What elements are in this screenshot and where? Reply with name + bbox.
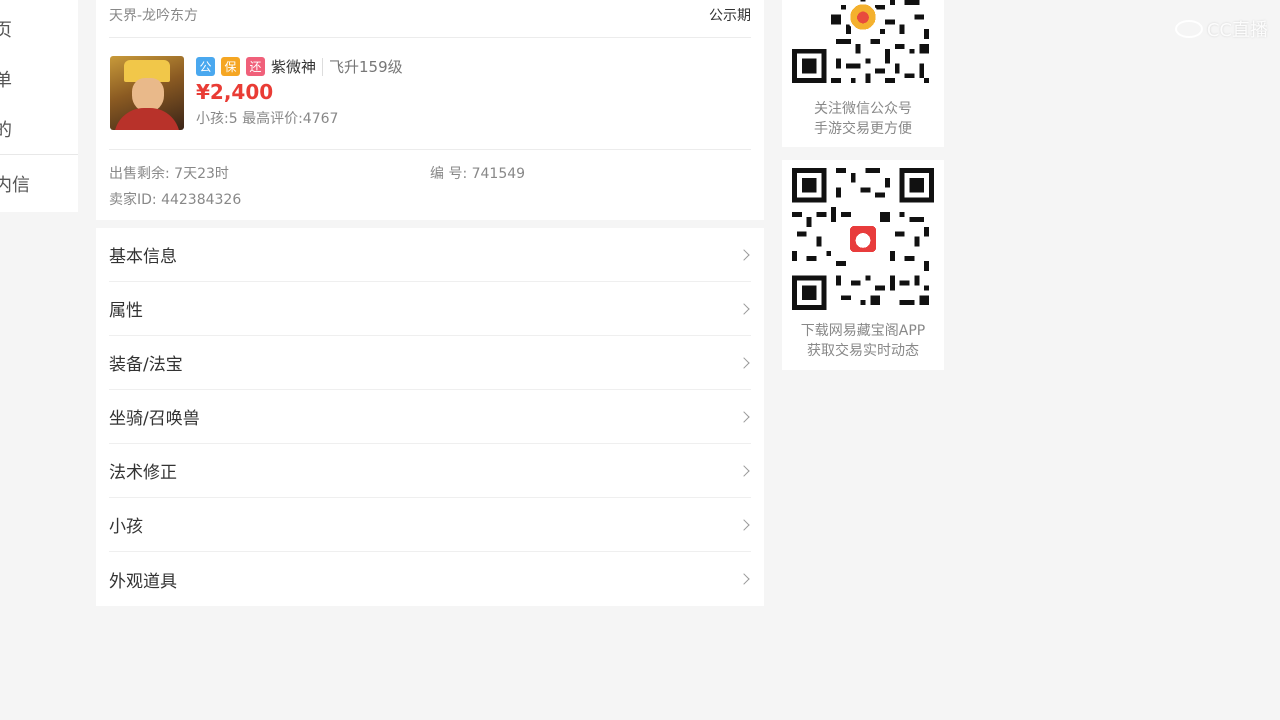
app-qr-code — [792, 168, 934, 310]
section-label: 小孩 — [109, 517, 143, 537]
detail-sections: 基本信息 属性 装备/法宝 坐骑/召唤兽 法术修正 小孩 外观道具 — [96, 228, 764, 606]
price: ¥2,400 — [196, 80, 274, 104]
character-avatar[interactable] — [110, 56, 184, 130]
section-label: 坐骑/召唤兽 — [109, 409, 200, 429]
chevron-right-icon — [738, 464, 750, 477]
section-appearance[interactable]: 外观道具 — [109, 552, 751, 606]
section-label: 属性 — [109, 301, 143, 321]
cc-logo-icon — [1174, 20, 1203, 38]
serial-number: 编 号: 741549 — [430, 166, 526, 182]
chevron-right-icon — [738, 518, 750, 531]
role-name: 紫微神 — [271, 58, 317, 76]
sidebar-item-orders[interactable]: 单 — [0, 66, 12, 92]
sidebar-divider — [0, 154, 78, 155]
wechat-qr-panel: 关注微信公众号 手游交易更方便 — [782, 0, 944, 147]
time-remaining: 出售剩余: 7天23时 — [109, 166, 229, 182]
divider — [109, 149, 751, 150]
sidebar-item-messages[interactable]: 内信 — [0, 171, 30, 197]
wechat-qr-code — [792, 0, 934, 88]
section-attributes[interactable]: 属性 — [109, 282, 751, 336]
wechat-qr-line2: 手游交易更方便 — [814, 121, 912, 137]
chevron-right-icon — [738, 248, 750, 261]
section-spell-correction[interactable]: 法术修正 — [109, 444, 751, 498]
section-children[interactable]: 小孩 — [109, 498, 751, 552]
section-basic-info[interactable]: 基本信息 — [109, 228, 751, 282]
app-qr-line1: 下载网易藏宝阁APP — [800, 323, 926, 339]
section-label: 外观道具 — [109, 571, 177, 592]
extra-info: 小孩:5 最高评价:4767 — [196, 111, 339, 127]
chevron-right-icon — [738, 573, 750, 585]
watermark-text: CC直播 — [1206, 20, 1268, 41]
role-level: 飞升159级 — [329, 58, 403, 76]
divider — [109, 37, 751, 38]
separator — [322, 57, 324, 76]
chevron-right-icon — [738, 356, 750, 369]
left-sidebar: 页 单 的 内信 — [0, 0, 78, 212]
stream-watermark: CC直播 — [1174, 16, 1268, 42]
status-label: 公示期 — [709, 8, 751, 24]
chevron-right-icon — [738, 302, 750, 315]
server-name: 天界-龙吟东方 — [109, 8, 199, 24]
seller-id: 卖家ID: 442384326 — [109, 192, 242, 208]
product-card: 天界-龙吟东方 公示期 公 保 还 紫微神 飞升159级 ¥2,400 小孩:5… — [96, 0, 764, 220]
bargain-badge: 还 — [246, 57, 265, 76]
sidebar-item-mine[interactable]: 的 — [0, 116, 12, 142]
app-qr-line2: 获取交易实时动态 — [807, 343, 919, 359]
tag-row: 公 保 还 紫微神 飞升159级 — [196, 56, 403, 77]
app-qr-panel: 下载网易藏宝阁APP 获取交易实时动态 — [782, 160, 944, 370]
wechat-qr-line1: 关注微信公众号 — [814, 101, 912, 117]
public-badge: 公 — [196, 57, 215, 76]
guarantee-badge: 保 — [221, 57, 240, 76]
sidebar-item-home[interactable]: 页 — [0, 16, 12, 42]
section-mounts[interactable]: 坐骑/召唤兽 — [109, 390, 751, 444]
section-label: 法术修正 — [109, 463, 177, 483]
section-equipment[interactable]: 装备/法宝 — [109, 336, 751, 390]
section-label: 装备/法宝 — [109, 355, 183, 375]
chevron-right-icon — [738, 410, 750, 423]
section-label: 基本信息 — [109, 247, 177, 267]
